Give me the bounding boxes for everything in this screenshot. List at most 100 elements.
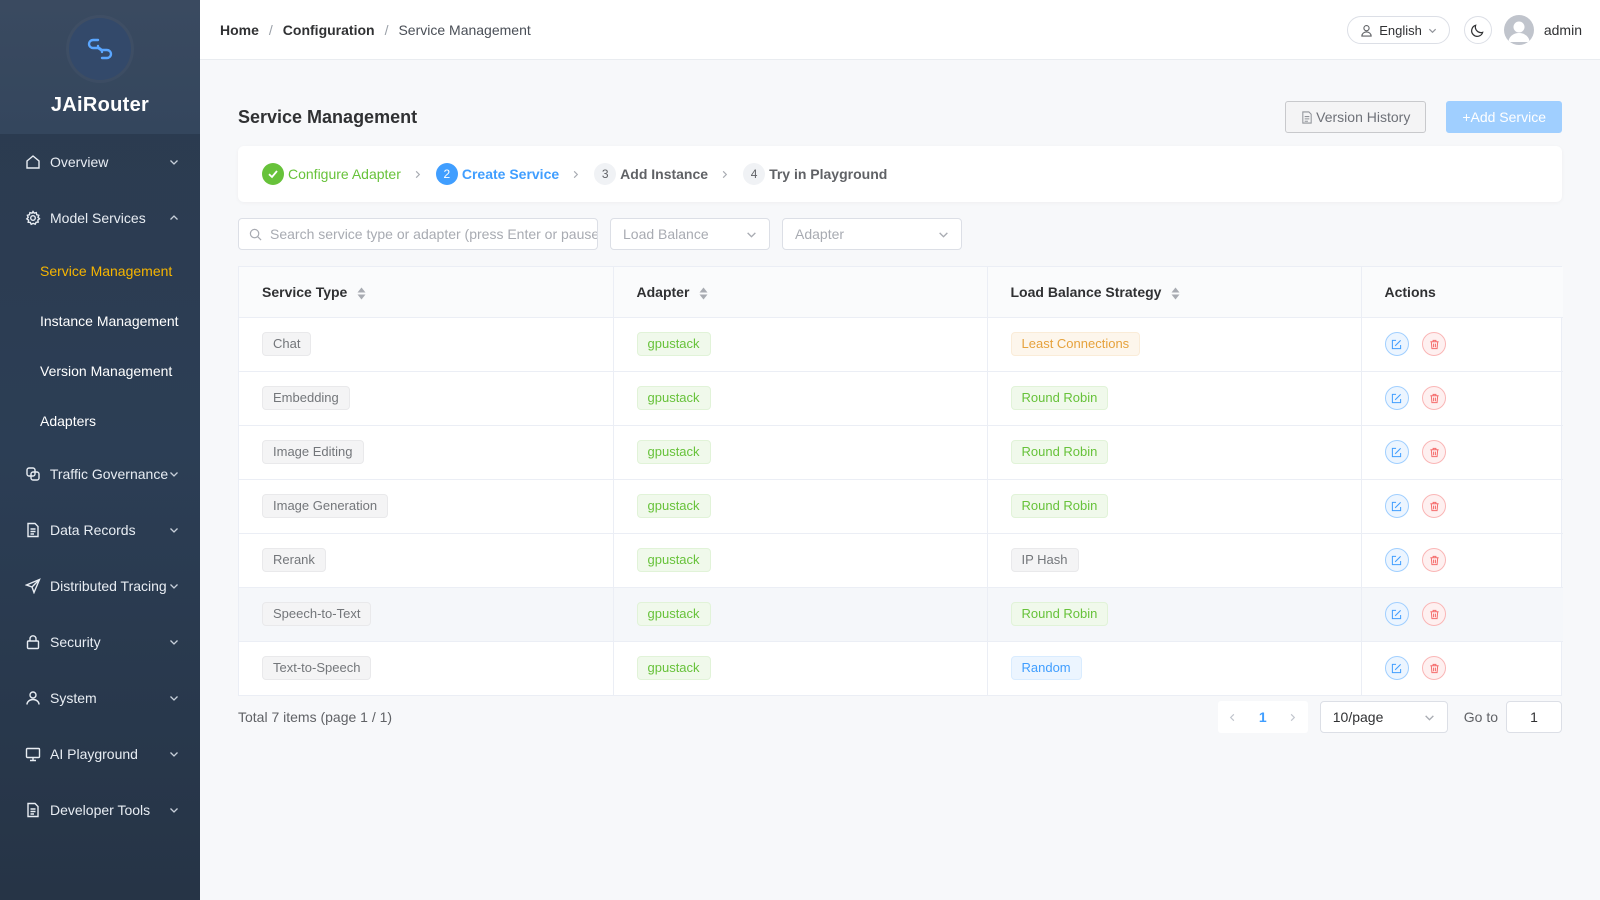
goto-page-input[interactable]: 1	[1506, 701, 1562, 733]
chevron-right-icon	[571, 170, 580, 179]
strategy-tag: Random	[1010, 656, 1082, 681]
sidebar-item-label: Data Records	[50, 522, 136, 538]
cell-strategy: Round Robin	[987, 479, 1362, 534]
table-row: Image Editing gpustack Round Robin	[239, 425, 1563, 480]
edit-button[interactable]	[1384, 386, 1409, 410]
delete-button[interactable]	[1422, 386, 1447, 410]
step-create-service[interactable]: 2 Create Service	[435, 163, 580, 185]
sidebar-subitem-adapters[interactable]: Adapters	[0, 396, 200, 446]
sidebar-item-system[interactable]: System	[0, 670, 200, 726]
model-services-submenu: Service Management Instance Management V…	[0, 246, 200, 446]
filters-bar: Load Balance Adapter	[238, 218, 962, 250]
services-table: Service Type Adapter Load Balance Strate…	[238, 266, 1563, 696]
sidebar-item-data-records[interactable]: Data Records	[0, 502, 200, 558]
delete-button[interactable]	[1422, 332, 1447, 356]
adapter-select[interactable]: Adapter	[782, 218, 962, 250]
edit-button[interactable]	[1384, 656, 1409, 681]
column-header-service-type[interactable]: Service Type	[239, 267, 614, 318]
delete-button[interactable]	[1422, 440, 1447, 464]
logo-area: JAiRouter	[0, 0, 200, 134]
edit-icon	[1391, 447, 1402, 457]
language-selector[interactable]: English	[1347, 16, 1450, 44]
chevron-right-icon	[720, 170, 729, 179]
sort-icon[interactable]	[699, 287, 708, 300]
edit-button[interactable]	[1384, 440, 1409, 464]
avatar[interactable]	[1503, 15, 1534, 45]
sort-icon[interactable]	[1171, 287, 1180, 300]
table-row: Chat gpustack Least Connections	[239, 317, 1563, 372]
table-footer: Total 7 items (page 1 / 1) 1 10/page Go …	[238, 700, 1562, 734]
page-size-select[interactable]: 10/page	[1319, 701, 1448, 733]
adapter-tag: gpustack	[636, 332, 711, 356]
column-label: Load Balance Strategy	[1010, 283, 1162, 300]
step-configure-adapter[interactable]: Configure Adapter	[262, 163, 422, 185]
chevron-down-icon	[168, 748, 180, 760]
cell-strategy: Round Robin	[987, 425, 1362, 480]
strategy-tag: Least Connections	[1010, 332, 1141, 356]
table-header-row: Service Type Adapter Load Balance Strate…	[239, 267, 1563, 318]
add-service-button[interactable]: +Add Service	[1446, 101, 1562, 133]
prev-page-button[interactable]	[1218, 701, 1248, 733]
sidebar-subitem-service-management[interactable]: Service Management	[0, 246, 200, 296]
user-icon	[24, 689, 42, 707]
cell-actions	[1361, 533, 1563, 588]
version-history-button[interactable]: Version History	[1285, 101, 1427, 133]
traffic-icon	[24, 465, 42, 483]
breadcrumb-configuration[interactable]: Configuration	[283, 22, 375, 38]
strategy-tag: Round Robin	[1010, 602, 1109, 626]
sidebar-item-distributed-tracing[interactable]: Distributed Tracing	[0, 558, 200, 614]
cell-strategy: Round Robin	[987, 371, 1362, 426]
document-icon	[1301, 110, 1313, 124]
sidebar-item-ai-playground[interactable]: AI Playground	[0, 726, 200, 782]
chevron-down-icon	[1428, 26, 1437, 35]
breadcrumb-current: Service Management	[398, 21, 531, 38]
sidebar: JAiRouter Overview Model Services Servic…	[0, 0, 200, 900]
gear-icon	[24, 209, 42, 227]
next-page-button[interactable]	[1278, 701, 1308, 733]
delete-button[interactable]	[1422, 494, 1447, 518]
chevron-down-icon	[1424, 712, 1435, 723]
step-add-instance[interactable]: 3 Add Instance	[594, 163, 729, 185]
sidebar-item-overview[interactable]: Overview	[0, 134, 200, 190]
delete-button[interactable]	[1422, 548, 1447, 572]
cell-service-type: Text-to-Speech	[239, 641, 614, 695]
column-label: Actions	[1384, 283, 1436, 300]
step-try-in-playground[interactable]: 4 Try in Playground	[743, 163, 887, 185]
delete-button[interactable]	[1422, 656, 1447, 681]
load-balance-select[interactable]: Load Balance	[610, 218, 770, 250]
sidebar-item-security[interactable]: Security	[0, 614, 200, 670]
user-name[interactable]: admin	[1544, 22, 1582, 38]
edit-button[interactable]	[1384, 494, 1409, 518]
sort-icon[interactable]	[357, 287, 366, 300]
chevron-down-icon	[168, 468, 180, 480]
step-label: Add Instance	[620, 166, 709, 182]
search-input[interactable]	[270, 226, 597, 242]
sidebar-item-traffic-governance[interactable]: Traffic Governance	[0, 446, 200, 502]
sidebar-item-label: Traffic Governance	[49, 466, 169, 482]
logo-icon	[69, 18, 131, 80]
sidebar-item-model-services[interactable]: Model Services	[0, 190, 200, 246]
page-actions: Version History +Add Service	[1285, 101, 1562, 133]
delete-button[interactable]	[1422, 602, 1447, 626]
edit-button[interactable]	[1384, 332, 1409, 356]
page-number-current[interactable]: 1	[1248, 701, 1278, 733]
column-header-load-balance-strategy[interactable]: Load Balance Strategy	[987, 267, 1362, 318]
search-box[interactable]	[238, 218, 598, 250]
monitor-icon	[24, 745, 42, 763]
breadcrumb-home[interactable]: Home	[220, 22, 259, 38]
sidebar-item-developer-tools[interactable]: Developer Tools	[0, 782, 200, 838]
table-row: Text-to-Speech gpustack Random	[239, 641, 1563, 695]
edit-button[interactable]	[1384, 548, 1409, 572]
sidebar-item-label: AI Playground	[50, 746, 138, 762]
step-label: Try in Playground	[769, 166, 888, 182]
sidebar-subitem-version-management[interactable]: Version Management	[0, 346, 200, 396]
breadcrumb-separator: /	[268, 21, 273, 38]
edit-button[interactable]	[1384, 602, 1409, 626]
column-header-actions: Actions	[1361, 267, 1563, 318]
step-label: Configure Adapter	[288, 166, 401, 182]
sidebar-subitem-instance-management[interactable]: Instance Management	[0, 296, 200, 346]
edit-icon	[1391, 393, 1402, 403]
column-header-adapter[interactable]: Adapter	[613, 267, 988, 318]
theme-toggle-button[interactable]	[1463, 16, 1492, 44]
trash-icon	[1430, 663, 1439, 673]
